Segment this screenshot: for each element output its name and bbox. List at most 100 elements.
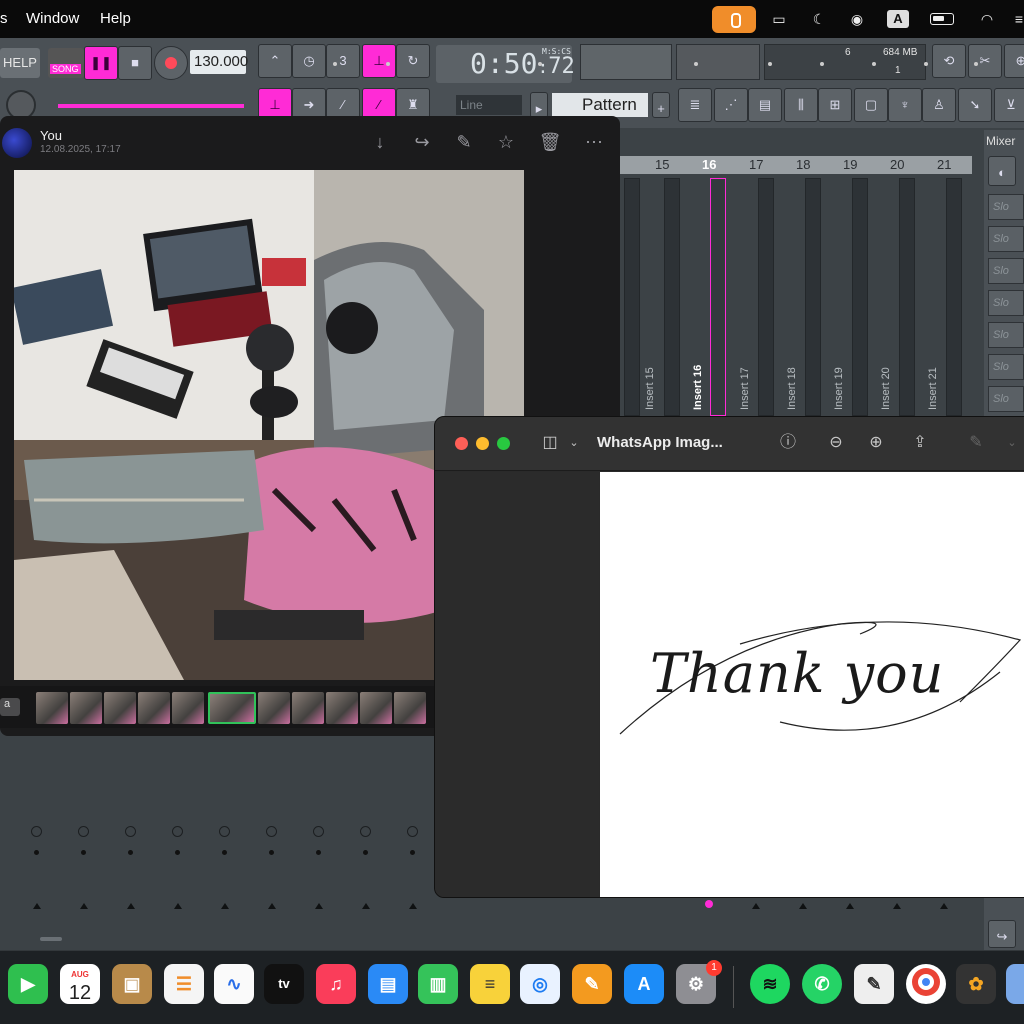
step-edit-icon[interactable]: ⊥ [362,44,396,78]
forward-icon[interactable]: ↪ [410,130,434,154]
sidebar-toggle-icon[interactable]: ◫ [539,432,561,454]
apple-tv-icon[interactable]: tv [264,964,304,1004]
battery-icon[interactable] [930,13,954,25]
route-dot[interactable] [269,850,274,855]
thumbnail[interactable] [292,692,324,724]
pan-knob[interactable] [172,826,183,837]
send-arrow-icon[interactable] [80,903,88,909]
pattern-prev-icon[interactable]: ▸ [530,92,548,118]
mixer-strip[interactable] [852,178,868,416]
route-dot[interactable] [410,850,415,855]
contacts-icon[interactable]: ▣ [112,964,152,1004]
textedit-icon[interactable]: ✎ [854,964,894,1004]
pages-icon[interactable]: ✎ [572,964,612,1004]
reminders-icon[interactable]: ☰ [164,964,204,1004]
playlist-icon[interactable]: ≣ [678,88,712,122]
send-arrow-icon[interactable] [893,903,901,909]
pan-knob[interactable] [31,826,42,837]
mixer-strip[interactable] [805,178,821,416]
pattern-selector[interactable]: Pattern 1 [552,93,648,138]
plugin-picker-icon[interactable]: ♆ [888,88,922,122]
download-icon[interactable]: ↓ [368,130,392,154]
record-button[interactable] [154,46,188,80]
pan-knob[interactable] [313,826,324,837]
tempo-display[interactable]: 130.000 [190,50,248,74]
whatsapp-icon[interactable]: ✆ [802,964,842,1004]
markup-chevron-icon[interactable]: ⌄ [1001,432,1023,454]
share-icon[interactable]: ⇪ [909,432,931,454]
edit-draw-icon[interactable]: ✎ [452,130,476,154]
loop-record-icon[interactable]: ↻ [396,44,430,78]
mixer-strip[interactable] [664,178,680,416]
menu-help[interactable]: Help [100,10,131,27]
route-dot[interactable] [128,850,133,855]
mixer-strip[interactable] [946,178,962,416]
browser-icon[interactable]: ⊞ [818,88,852,122]
input-source-indicator[interactable]: A [887,10,909,28]
cut-icon[interactable]: ✂ [968,44,1002,78]
countdown-icon[interactable]: 3 [326,44,360,78]
app-store-icon[interactable]: A [624,964,664,1004]
fx-slot[interactable]: Slo [988,258,1024,284]
send-arrow-icon[interactable] [362,903,370,909]
control-center-icon[interactable]: ≡ [1008,9,1024,29]
markup-icon[interactable]: ✎ [965,432,987,454]
thumbnail[interactable] [70,692,102,724]
send-arrow-icon[interactable] [752,903,760,909]
piano-roll-icon[interactable]: ⋰ [714,88,748,122]
wifi-icon[interactable]: ◠ [976,9,998,29]
screen-mirroring-icon[interactable]: ▭ [768,9,790,29]
fx-slot[interactable]: Slo [988,194,1024,220]
add-pattern-icon[interactable]: + [652,92,670,118]
pan-knob[interactable] [125,826,136,837]
send-arrow-icon[interactable] [315,903,323,909]
route-dot[interactable] [222,850,227,855]
fx-slot[interactable]: Slo [988,290,1024,316]
send-arrow-icon[interactable] [221,903,229,909]
send-arrow-icon[interactable] [174,903,182,909]
route-dot[interactable] [316,850,321,855]
menu-edge-item[interactable]: s [0,10,8,27]
thumbnail[interactable] [394,692,426,724]
song-mode-button[interactable]: SONG [48,48,84,78]
thumbnail[interactable] [104,692,136,724]
route-dot[interactable] [363,850,368,855]
wait-input-icon[interactable]: ◷ [292,44,326,78]
tempo-tapper-icon[interactable]: ➘ [958,88,992,122]
mixer-eq-icon[interactable]: ◐ [988,156,1016,186]
minimize-button[interactable] [476,437,489,450]
finder-icon[interactable] [1006,964,1024,1004]
mixer-strip-selected[interactable] [710,178,726,416]
mixer-scrollbar[interactable] [40,937,62,941]
focus-moon-icon[interactable]: ☾ [808,9,830,29]
notes-icon[interactable]: ≡ [470,964,510,1004]
facetime-icon[interactable]: ▶ [8,964,48,1004]
zoom-out-icon[interactable]: ⊖ [825,432,847,454]
keynote-icon[interactable]: ▤ [368,964,408,1004]
master-pitch-slider[interactable] [58,104,244,108]
channel-rack-icon[interactable]: ▤ [748,88,782,122]
chrome-icon[interactable] [906,964,946,1004]
send-arrow-icon[interactable] [33,903,41,909]
fx-slot[interactable]: Slo [988,386,1024,412]
fx-slot[interactable]: Slo [988,322,1024,348]
send-arrow-icon[interactable] [799,903,807,909]
fl-help-button[interactable]: HELP [0,48,40,78]
touch-controller-icon[interactable]: ♙ [922,88,956,122]
now-playing-icon[interactable]: ◉ [846,9,868,29]
spotify-icon[interactable]: ≋ [750,964,790,1004]
zoom-button[interactable] [497,437,510,450]
thumbnail-selected[interactable] [208,692,256,724]
selected-send-marker[interactable] [705,900,713,908]
numbers-icon[interactable]: ▥ [418,964,458,1004]
menu-window[interactable]: Window [26,10,79,27]
send-arrow-icon[interactable] [940,903,948,909]
calendar-icon[interactable]: AUG 12 [60,964,100,1004]
avatar[interactable] [2,128,32,158]
pan-knob[interactable] [407,826,418,837]
fx-slot[interactable]: Slo [988,354,1024,380]
music-icon[interactable]: ♫ [316,964,356,1004]
close-button[interactable] [455,437,468,450]
pan-knob[interactable] [219,826,230,837]
pan-knob[interactable] [360,826,371,837]
